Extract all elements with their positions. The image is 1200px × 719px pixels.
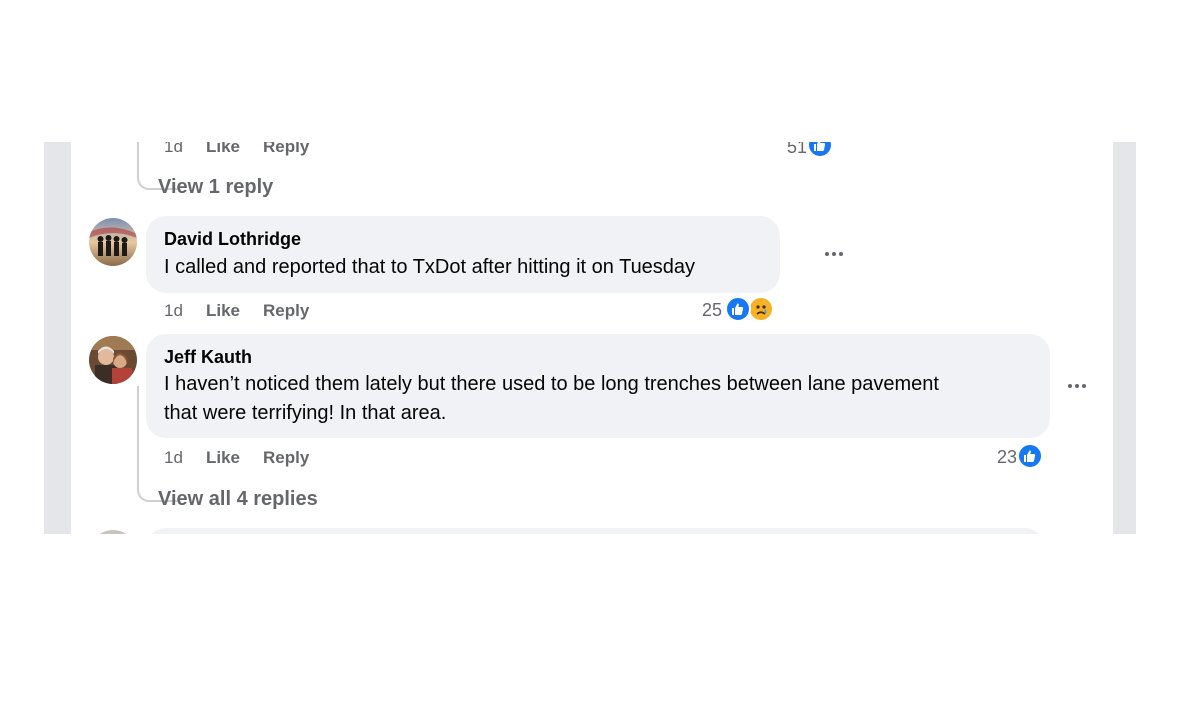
reply-button[interactable]: Reply [263,142,309,157]
avatar[interactable] [89,336,137,384]
comment-time[interactable]: 1d [164,301,183,321]
comment-author[interactable]: David Lothridge [164,229,301,250]
sad-icon [748,296,774,322]
reply-button[interactable]: Reply [263,448,309,468]
more-options-icon[interactable] [1066,381,1090,391]
comment-text: I called and reported that to TxDot afte… [164,256,696,278]
like-button[interactable]: Like [206,301,240,321]
reaction-count[interactable]: 23 [981,447,1017,468]
avatar[interactable] [89,218,137,266]
reply-button[interactable]: Reply [263,301,309,321]
avatar-partial [89,530,137,534]
comments-sheet: 1d Like Reply 51 View 1 reply David Loth… [71,142,1113,534]
comment-author[interactable]: Jeff Kauth [164,347,252,368]
comment-bubble-partial [146,528,1044,534]
reaction-count[interactable]: 25 [689,300,722,321]
more-options-icon[interactable] [823,249,847,259]
view-replies-link[interactable]: View all 4 replies [158,488,318,511]
view-replies-link[interactable]: View 1 reply [158,176,273,199]
comment-text-line-2: that were terrifying! In that area. [164,402,447,424]
like-icon [725,296,751,322]
reaction-count[interactable]: 51 [771,142,807,158]
comment-text-line-1: I haven’t noticed them lately but there … [164,373,939,395]
comment-time[interactable]: 1d [164,448,183,468]
like-button[interactable]: Like [206,142,240,157]
comments-panel: 1d Like Reply 51 View 1 reply David Loth… [44,142,1136,534]
like-icon [807,142,833,158]
like-button[interactable]: Like [206,448,240,468]
comment-time: 1d [164,142,183,156]
thread-line [137,386,139,490]
thread-line [137,142,139,175]
like-icon [1017,443,1043,469]
